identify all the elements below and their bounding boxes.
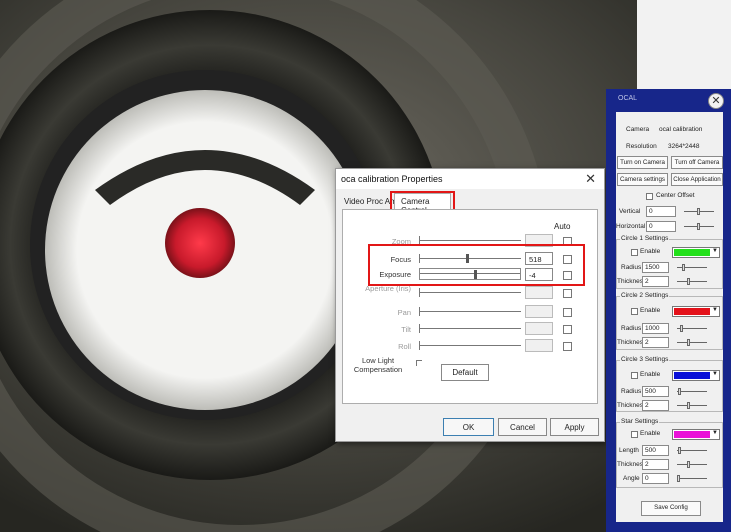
tilt-auto-checkbox[interactable] xyxy=(563,325,572,334)
dialog-titlebar: oca calibration Properties ✕ xyxy=(336,169,604,189)
camera-settings-button[interactable]: Camera settings xyxy=(617,173,668,186)
circle-3-radius-slider[interactable] xyxy=(677,388,707,395)
tilt-label: Tilt xyxy=(401,325,411,334)
circle-3-radius-input[interactable]: 500 xyxy=(642,386,669,397)
ocal-close-icon[interactable]: ✕ xyxy=(708,93,724,109)
low-light-compensation-label: Low Light Compensation xyxy=(353,356,403,374)
circle-3-settings-group: Circle 3 Settings Enable ▼ Radius 500 Th… xyxy=(616,356,723,412)
vertical-label: Vertical xyxy=(619,208,641,215)
circle-1-settings-group: Circle 1 Settings Enable ▼ Radius 1500 T… xyxy=(616,235,723,289)
star-color-select[interactable]: ▼ xyxy=(672,429,720,440)
roll-label: Roll xyxy=(398,342,411,351)
circle-3-radius-label: Radius xyxy=(621,388,642,395)
pan-auto-checkbox[interactable] xyxy=(563,308,572,317)
circle-1-enable-checkbox[interactable] xyxy=(631,249,638,256)
dialog-title: oca calibration Properties xyxy=(341,174,443,184)
chevron-down-icon: ▼ xyxy=(712,307,718,313)
low-light-checkbox[interactable] xyxy=(416,360,422,366)
star-angle-input[interactable]: 0 xyxy=(642,473,669,484)
circle-2-thickness-input[interactable]: 2 xyxy=(642,337,669,348)
circle-3-enable-label: Enable xyxy=(640,371,661,378)
save-config-button[interactable]: Save Config xyxy=(641,501,701,516)
camera-label: Camera xyxy=(626,126,650,133)
star-angle-label: Angle xyxy=(623,475,640,482)
tab-highlight-box xyxy=(390,191,455,211)
resolution-label: Resolution xyxy=(626,143,657,150)
circle-2-settings-group: Circle 2 Settings Enable ▼ Radius 1000 T… xyxy=(616,292,723,350)
pan-label: Pan xyxy=(397,308,411,317)
ok-button[interactable]: OK xyxy=(443,418,494,436)
focus-exposure-highlight-box xyxy=(368,244,585,286)
star-enable-checkbox[interactable] xyxy=(631,431,638,438)
circle-1-thickness-slider[interactable] xyxy=(677,278,707,285)
close-application-button[interactable]: Close Application xyxy=(671,173,723,186)
circle-2-enable-label: Enable xyxy=(640,307,661,314)
camera-value: ocal calibration xyxy=(659,126,703,133)
center-offset-checkbox[interactable] xyxy=(646,193,653,200)
vertical-slider[interactable] xyxy=(684,208,714,215)
aperture-auto-checkbox[interactable] xyxy=(563,289,572,298)
circle-2-enable-checkbox[interactable] xyxy=(631,308,638,315)
circle-3-thickness-slider[interactable] xyxy=(677,402,707,409)
circle-2-title: Circle 2 Settings xyxy=(620,292,670,299)
default-button[interactable]: Default xyxy=(441,364,489,381)
roll-value xyxy=(525,339,553,352)
circle-2-color-select[interactable]: ▼ xyxy=(672,306,720,317)
circle-2-radius-label: Radius xyxy=(621,325,642,332)
roll-slider[interactable] xyxy=(419,341,521,351)
background-window xyxy=(637,0,731,95)
circle-3-thickness-input[interactable]: 2 xyxy=(642,400,669,411)
circle-3-title: Circle 3 Settings xyxy=(620,356,670,363)
horizontal-label: Horizontal xyxy=(616,223,646,230)
camera-control-panel: Auto Zoom Focus 518 Exposure -4 Aperture… xyxy=(342,209,598,404)
turn-on-camera-button[interactable]: Turn on Camera xyxy=(617,156,668,169)
circle-2-thickness-slider[interactable] xyxy=(677,339,707,346)
tilt-slider[interactable] xyxy=(419,324,521,334)
horizontal-input[interactable]: 0 xyxy=(646,221,676,232)
pan-value xyxy=(525,305,553,318)
vertical-input[interactable]: 0 xyxy=(646,206,676,217)
circle-1-radius-input[interactable]: 1500 xyxy=(642,262,669,273)
star-enable-label: Enable xyxy=(640,430,661,437)
apply-button[interactable]: Apply xyxy=(550,418,599,436)
circle-1-radius-label: Radius xyxy=(621,264,642,271)
circle-1-title: Circle 1 Settings xyxy=(620,235,670,242)
ocal-title: OCAL xyxy=(618,95,638,102)
circle-2-radius-slider[interactable] xyxy=(677,325,707,332)
chevron-down-icon: ▼ xyxy=(712,430,718,436)
star-length-input[interactable]: 500 xyxy=(642,445,669,456)
ocal-panel: OCAL ✕ Camera ocal calibration Resolutio… xyxy=(606,89,731,532)
pan-slider[interactable] xyxy=(419,307,521,317)
chevron-down-icon: ▼ xyxy=(712,248,718,254)
properties-dialog: oca calibration Properties ✕ Video Proc … xyxy=(335,168,605,442)
dialog-close-icon[interactable]: ✕ xyxy=(585,171,596,187)
horizontal-slider[interactable] xyxy=(684,223,714,230)
star-settings-group: Star Settings Enable ▼ Length 500 Thickn… xyxy=(616,418,723,488)
star-title: Star Settings xyxy=(620,418,660,425)
circle-3-enable-checkbox[interactable] xyxy=(631,372,638,379)
star-length-slider[interactable] xyxy=(677,447,707,454)
ocal-body: Camera ocal calibration Resolution 3264*… xyxy=(616,112,723,522)
circle-2-radius-input[interactable]: 1000 xyxy=(642,323,669,334)
auto-column-header: Auto xyxy=(554,222,571,231)
chevron-down-icon: ▼ xyxy=(712,371,718,377)
aperture-slider[interactable] xyxy=(419,288,521,298)
cancel-button[interactable]: Cancel xyxy=(498,418,547,436)
circle-1-radius-slider[interactable] xyxy=(677,264,707,271)
circle-1-enable-label: Enable xyxy=(640,248,661,255)
star-thickness-input[interactable]: 2 xyxy=(642,459,669,470)
aperture-value xyxy=(525,286,553,299)
star-length-label: Length xyxy=(619,447,639,454)
star-angle-slider[interactable] xyxy=(677,475,707,482)
resolution-value: 3264*2448 xyxy=(668,143,700,150)
turn-off-camera-button[interactable]: Turn off Camera xyxy=(671,156,723,169)
tilt-value xyxy=(525,322,553,335)
circle-1-color-select[interactable]: ▼ xyxy=(672,247,720,258)
center-offset-label: Center Offset xyxy=(656,192,695,199)
circle-1-thickness-input[interactable]: 2 xyxy=(642,276,669,287)
roll-auto-checkbox[interactable] xyxy=(563,342,572,351)
circle-3-color-select[interactable]: ▼ xyxy=(672,370,720,381)
star-thickness-slider[interactable] xyxy=(677,461,707,468)
